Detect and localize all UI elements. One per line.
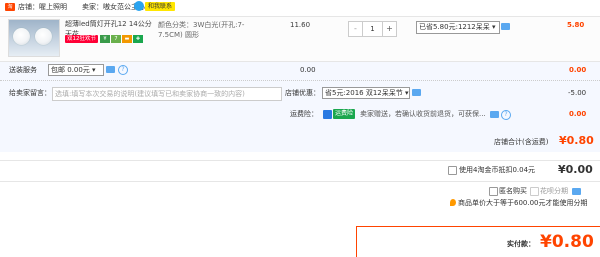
currency-symbol: ¥ xyxy=(558,163,566,176)
comment-icon[interactable] xyxy=(106,66,115,73)
insurance-text: 卖家赠送，若确认收货前退货，可获保... xyxy=(360,110,486,118)
coins-checkbox[interactable] xyxy=(448,166,457,175)
lamp-image-icon xyxy=(13,28,30,45)
installment-label: 花呗分期 xyxy=(540,187,568,195)
payment-label: 实付款： xyxy=(507,240,535,248)
promotion-select-value: 已省5.80元:1212呆呆 xyxy=(419,23,490,31)
product-thumbnail[interactable] xyxy=(8,19,60,57)
service-select-value: 包邮 0.00元 xyxy=(51,66,90,74)
currency-symbol: ¥ xyxy=(559,134,567,147)
quantity-input[interactable]: 1 xyxy=(363,22,382,36)
service-amount: 0.00 xyxy=(300,66,316,74)
shop-total-amount: 0.80 xyxy=(566,134,594,147)
payment-value: ¥0.80 xyxy=(540,232,594,252)
double12-badge: 双12狂欢节 xyxy=(65,35,98,43)
coupon-select[interactable]: 省5元:2016 双12呆呆节 ▾ xyxy=(322,87,410,99)
coupon-label: 店铺优惠： xyxy=(285,89,320,97)
comment-icon[interactable] xyxy=(572,188,581,195)
service-tag-icon: ✚ xyxy=(133,35,143,43)
anonymous-label: 匿名购买 xyxy=(499,187,527,195)
service-tag-icon: ¥ xyxy=(100,35,110,43)
anonymous-checkbox[interactable] xyxy=(489,187,498,196)
installment-note: 商品单价大于等于600.00元才能使用分期 xyxy=(458,199,588,207)
quantity-minus-button[interactable]: - xyxy=(349,22,363,36)
help-icon[interactable]: ? xyxy=(118,65,128,75)
coupon-amount: -5.00 xyxy=(568,89,587,97)
seller-message-input[interactable]: 选填:填写本次交易的说明(建议填写已和卖家协商一致的内容) xyxy=(52,87,282,101)
service-tag-icon: ▬ xyxy=(122,35,132,43)
shop-name-link[interactable]: 喔上照明 xyxy=(39,3,67,11)
insurance-badge: 运费险 xyxy=(333,109,356,119)
service-total: 0.00 xyxy=(569,66,587,74)
insurance-label: 运费险： xyxy=(290,110,318,118)
seller-label: 卖家： xyxy=(82,3,103,11)
lamp-image-icon xyxy=(35,28,52,45)
message-label: 给卖家留言： xyxy=(9,89,51,97)
promotion-select[interactable]: 已省5.80元:1212呆呆 ▾ xyxy=(416,21,500,34)
shop-label: 店铺： xyxy=(18,3,39,11)
coupon-select-value: 省5元:2016 双12呆呆节 xyxy=(325,89,403,97)
insurance-amount: 0.00 xyxy=(569,110,587,118)
service-select[interactable]: 包邮 0.00元 ▾ xyxy=(48,64,104,76)
product-attributes: 颜色分类：3W白光(开孔:7-7.5CM) 圆形 xyxy=(158,21,245,39)
coins-label: 使用4淘金币抵扣0.04元 xyxy=(459,166,536,174)
quantity-stepper: - 1 + xyxy=(348,21,397,37)
shop-label-group: 店铺：喔上照明 xyxy=(18,2,67,12)
coins-value: ¥0.00 xyxy=(558,163,593,177)
service-tag-icon: 7 xyxy=(111,35,121,43)
service-label: 送装服务 xyxy=(9,66,37,74)
comment-icon[interactable] xyxy=(412,89,421,96)
shop-total-label: 店铺合计(含运费) xyxy=(494,138,549,146)
contact-seller-button[interactable]: 和我联系 xyxy=(145,2,176,11)
insurance-checkbox[interactable] xyxy=(323,110,332,119)
location-pin-icon xyxy=(450,199,456,206)
currency-symbol: ¥ xyxy=(540,232,552,252)
coins-amount: 0.00 xyxy=(565,163,593,176)
taobao-shop-icon: 淘 xyxy=(5,3,15,11)
payment-amount: 0.80 xyxy=(551,232,594,252)
installment-checkbox[interactable] xyxy=(530,187,539,196)
item-subtotal: 5.80 xyxy=(567,21,585,29)
comment-icon[interactable] xyxy=(490,111,499,118)
quantity-plus-button[interactable]: + xyxy=(382,22,396,36)
wangwang-chat-icon[interactable] xyxy=(134,1,144,11)
shop-total-value: ¥0.80 xyxy=(559,134,594,148)
unit-price: 11.60 xyxy=(290,21,311,29)
help-icon[interactable]: ? xyxy=(501,110,511,120)
comment-icon[interactable] xyxy=(501,23,510,30)
